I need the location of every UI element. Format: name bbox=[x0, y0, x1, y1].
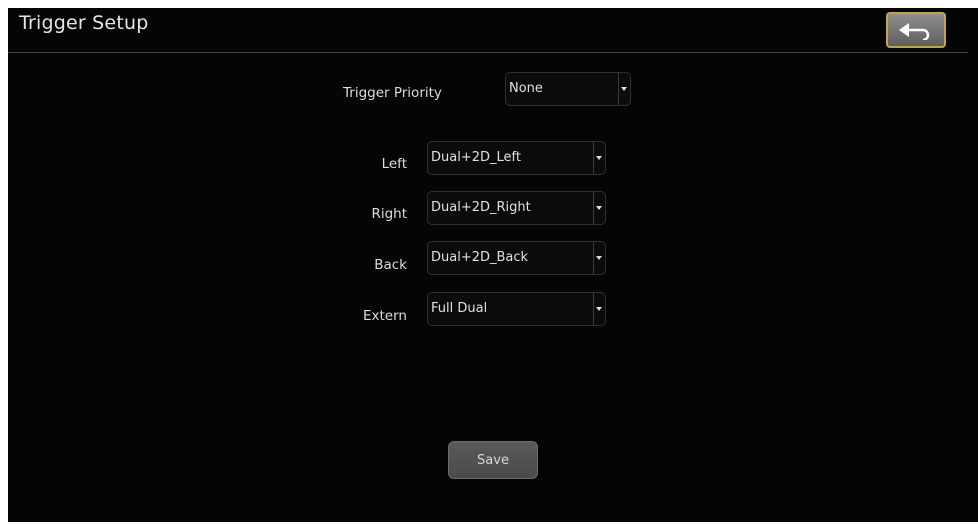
extern-trigger-select[interactable]: Full Dual bbox=[427, 292, 606, 326]
left-trigger-label: Left bbox=[381, 156, 407, 172]
back-button[interactable] bbox=[886, 12, 946, 48]
trigger-priority-select[interactable]: None bbox=[505, 72, 631, 106]
back-trigger-select[interactable]: Dual+2D_Back bbox=[427, 241, 606, 275]
right-trigger-select[interactable]: Dual+2D_Right bbox=[427, 191, 606, 225]
back-arrow-icon bbox=[896, 20, 936, 40]
right-trigger-value: Dual+2D_Right bbox=[431, 200, 531, 215]
left-trigger-value: Dual+2D_Left bbox=[431, 150, 521, 165]
chevron-down-icon bbox=[593, 242, 604, 274]
back-trigger-value: Dual+2D_Back bbox=[431, 250, 529, 265]
extern-trigger-value: Full Dual bbox=[431, 301, 488, 316]
trigger-setup-screen: Trigger Setup Trigger Priority None Left… bbox=[8, 8, 978, 522]
chevron-down-icon bbox=[618, 73, 629, 105]
save-button[interactable]: Save bbox=[448, 441, 538, 479]
chevron-down-icon bbox=[593, 192, 604, 224]
trigger-priority-label: Trigger Priority bbox=[343, 85, 442, 101]
left-trigger-select[interactable]: Dual+2D_Left bbox=[427, 141, 606, 175]
trigger-priority-value: None bbox=[509, 81, 543, 96]
page-title: Trigger Setup bbox=[19, 12, 149, 34]
back-trigger-label: Back bbox=[374, 257, 407, 273]
right-trigger-label: Right bbox=[371, 206, 407, 222]
chevron-down-icon bbox=[593, 293, 604, 325]
header-divider bbox=[8, 52, 968, 53]
chevron-down-icon bbox=[593, 142, 604, 174]
extern-trigger-label: Extern bbox=[363, 308, 407, 324]
